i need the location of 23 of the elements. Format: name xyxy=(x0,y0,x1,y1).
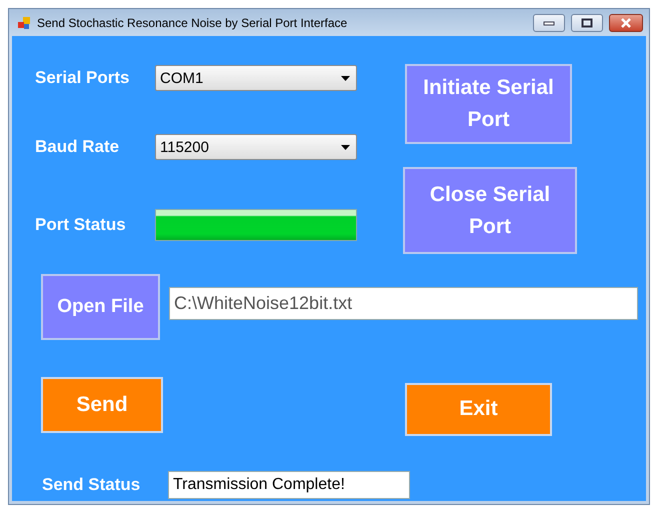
minimize-icon xyxy=(543,20,555,26)
file-path-field[interactable]: C:\WhiteNoise12bit.txt xyxy=(169,286,638,320)
send-status-label: Send Status xyxy=(42,475,142,496)
window-title: Send Stochastic Resonance Noise by Serial Port Interface xyxy=(37,16,348,30)
exit-button[interactable]: Exit xyxy=(405,382,552,436)
maximize-icon xyxy=(581,18,593,28)
serial-ports-label: Serial Ports xyxy=(35,68,130,88)
close-button[interactable] xyxy=(609,14,643,32)
port-status-label: Port Status xyxy=(35,215,127,235)
minimize-button[interactable] xyxy=(533,14,565,32)
baud-rate-label: Baud Rate xyxy=(35,137,120,157)
open-file-button[interactable]: Open File xyxy=(41,274,160,340)
baud-rate-dropdown[interactable]: 115200 xyxy=(155,134,357,160)
maximize-button[interactable] xyxy=(571,14,603,32)
serial-ports-dropdown[interactable]: COM1 xyxy=(155,65,357,91)
initiate-serial-port-button[interactable]: Initiate Serial Port xyxy=(405,64,572,144)
send-status-field: Transmission Complete! xyxy=(168,471,410,500)
close-icon xyxy=(620,18,632,28)
dropdown-arrow-icon[interactable] xyxy=(341,144,350,150)
send-button[interactable]: Send xyxy=(41,376,163,432)
dropdown-arrow-icon[interactable] xyxy=(341,76,350,80)
app-icon xyxy=(17,16,31,30)
close-serial-port-button[interactable]: Close Serial Port xyxy=(403,167,577,254)
